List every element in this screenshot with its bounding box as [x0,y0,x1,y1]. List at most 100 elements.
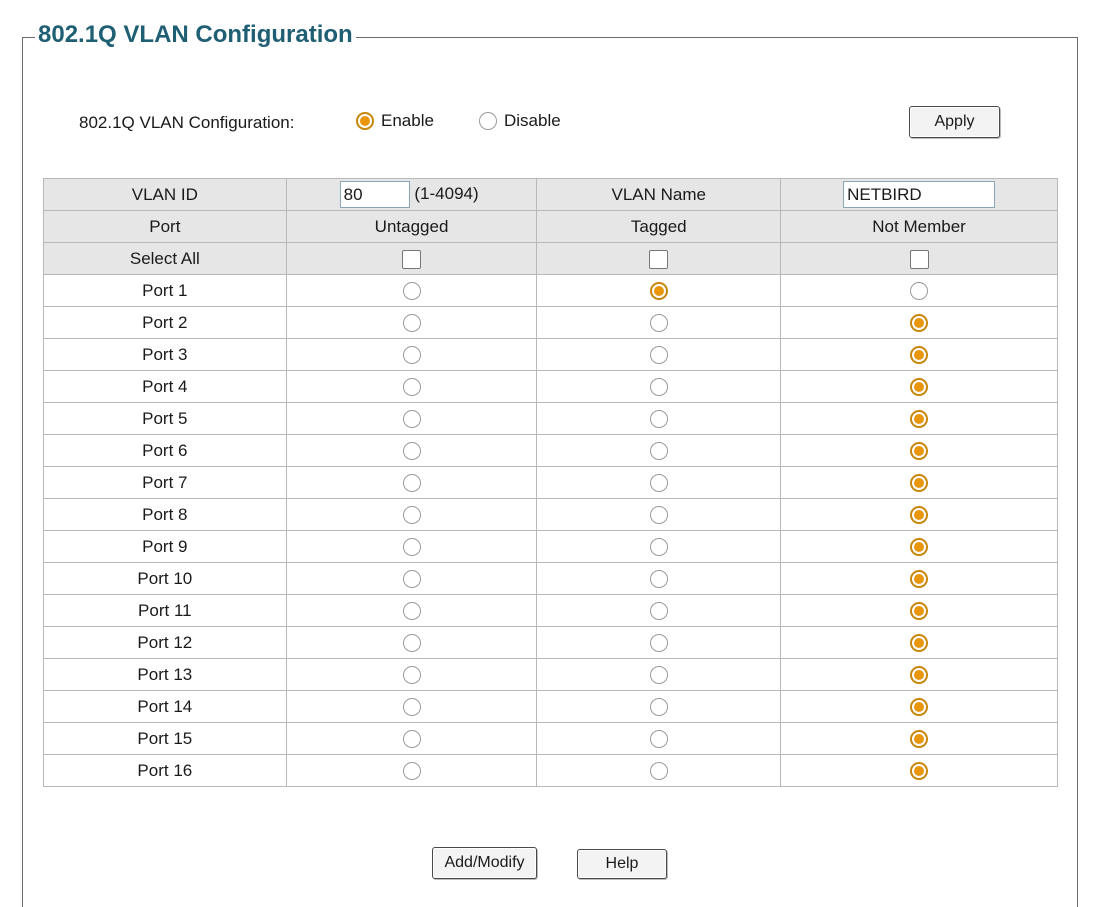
port-not-member-radio[interactable] [910,442,929,461]
port-not-member-radio[interactable] [910,346,929,365]
port-not-member-radio[interactable] [910,730,929,749]
port-tagged-radio[interactable] [649,762,668,781]
port-name: Port 16 [43,754,287,787]
port-name: Port 2 [43,306,287,339]
select-all-not-member-checkbox[interactable] [909,249,929,269]
port-tagged-radio[interactable] [649,410,668,429]
add-modify-button[interactable]: Add/Modify [432,847,537,879]
vlan-id-row: VLAN ID 80 (1-4094) VLAN Name NETBIRD [43,178,1058,211]
header-untagged: Untagged [285,210,538,243]
port-untagged-radio[interactable] [402,634,421,653]
port-name: Port 4 [43,370,287,403]
vlan-config-label: 802.1Q VLAN Configuration: [79,113,295,132]
disable-radio[interactable] [479,112,497,130]
port-tagged-radio[interactable] [649,538,668,557]
port-name: Port 14 [43,690,287,723]
port-untagged-radio[interactable] [402,506,421,525]
vlan-name-input[interactable]: NETBIRD [843,181,996,208]
port-not-member-radio[interactable] [910,474,929,493]
port-row: Port 15 [43,722,1058,755]
port-untagged-radio[interactable] [402,378,421,397]
port-untagged-radio[interactable] [402,730,421,749]
port-untagged-radio[interactable] [402,346,421,365]
port-not-member-radio[interactable] [910,314,929,333]
port-name: Port 10 [43,562,287,595]
port-untagged-radio[interactable] [402,410,421,429]
port-row: Port 8 [43,498,1058,531]
header-not-member: Not Member [780,210,1058,243]
port-untagged-radio[interactable] [402,602,421,621]
apply-button[interactable]: Apply [909,106,1000,138]
port-tagged-radio[interactable] [649,314,668,333]
vlan-id-input[interactable]: 80 [339,181,410,208]
port-name: Port 12 [43,626,287,659]
port-tagged-radio[interactable] [649,602,668,621]
vlan-name-label: VLAN Name [536,178,782,211]
port-untagged-radio[interactable] [402,666,421,685]
port-untagged-radio[interactable] [402,474,421,493]
port-name: Port 11 [43,594,287,627]
help-button[interactable]: Help [577,849,667,879]
port-not-member-radio[interactable] [910,698,929,717]
port-row: Port 9 [43,530,1058,563]
port-row: Port 6 [43,434,1058,467]
port-untagged-radio[interactable] [402,314,421,333]
port-row: Port 10 [43,562,1058,595]
port-tagged-radio[interactable] [649,634,668,653]
select-all-untagged-checkbox[interactable] [402,249,422,269]
port-tagged-radio[interactable] [649,346,668,365]
port-tagged-radio[interactable] [649,666,668,685]
vlan-port-table: VLAN ID 80 (1-4094) VLAN Name NETBIRD Po… [43,178,1058,787]
port-tagged-radio[interactable] [649,506,668,525]
port-untagged-radio[interactable] [402,442,421,461]
disable-label: Disable [504,111,561,130]
port-row: Port 5 [43,402,1058,435]
port-row: Port 16 [43,754,1058,787]
port-row: Port 11 [43,594,1058,627]
port-tagged-radio[interactable] [649,698,668,717]
vlan-id-cell: 80 (1-4094) [285,178,538,211]
port-tagged-radio[interactable] [649,442,668,461]
port-name: Port 7 [43,466,287,499]
port-not-member-radio[interactable] [910,762,929,781]
port-row: Port 12 [43,626,1058,659]
port-untagged-radio[interactable] [402,762,421,781]
port-row: Port 1 [43,274,1058,307]
port-tagged-radio[interactable] [649,282,668,301]
port-not-member-radio[interactable] [910,634,929,653]
port-name: Port 15 [43,722,287,755]
port-not-member-radio[interactable] [910,666,929,685]
port-untagged-radio[interactable] [402,570,421,589]
port-not-member-radio[interactable] [910,378,929,397]
select-all-row: Select All [43,242,1058,275]
port-not-member-radio[interactable] [910,602,929,621]
port-name: Port 6 [43,434,287,467]
port-name: Port 1 [43,274,287,307]
port-row: Port 4 [43,370,1058,403]
port-row: Port 7 [43,466,1058,499]
vlan-id-label: VLAN ID [43,178,287,211]
port-untagged-radio[interactable] [402,282,421,301]
port-untagged-radio[interactable] [402,538,421,557]
port-not-member-radio[interactable] [910,538,929,557]
port-not-member-radio[interactable] [910,410,929,429]
port-not-member-radio[interactable] [910,570,929,589]
port-tagged-radio[interactable] [649,378,668,397]
select-all-tagged-checkbox[interactable] [649,249,669,269]
port-name: Port 5 [43,402,287,435]
header-port: Port [43,210,287,243]
port-tagged-radio[interactable] [649,730,668,749]
port-tagged-radio[interactable] [649,474,668,493]
port-row: Port 3 [43,338,1058,371]
port-name: Port 8 [43,498,287,531]
disable-option[interactable]: Disable [479,111,561,131]
vlan-id-range: (1-4094) [414,183,479,203]
port-not-member-radio[interactable] [910,506,929,525]
port-tagged-radio[interactable] [649,570,668,589]
port-row: Port 13 [43,658,1058,691]
enable-radio[interactable] [356,112,374,130]
port-not-member-radio[interactable] [910,282,929,301]
port-untagged-radio[interactable] [402,698,421,717]
port-name: Port 3 [43,338,287,371]
enable-option[interactable]: Enable [356,111,434,131]
